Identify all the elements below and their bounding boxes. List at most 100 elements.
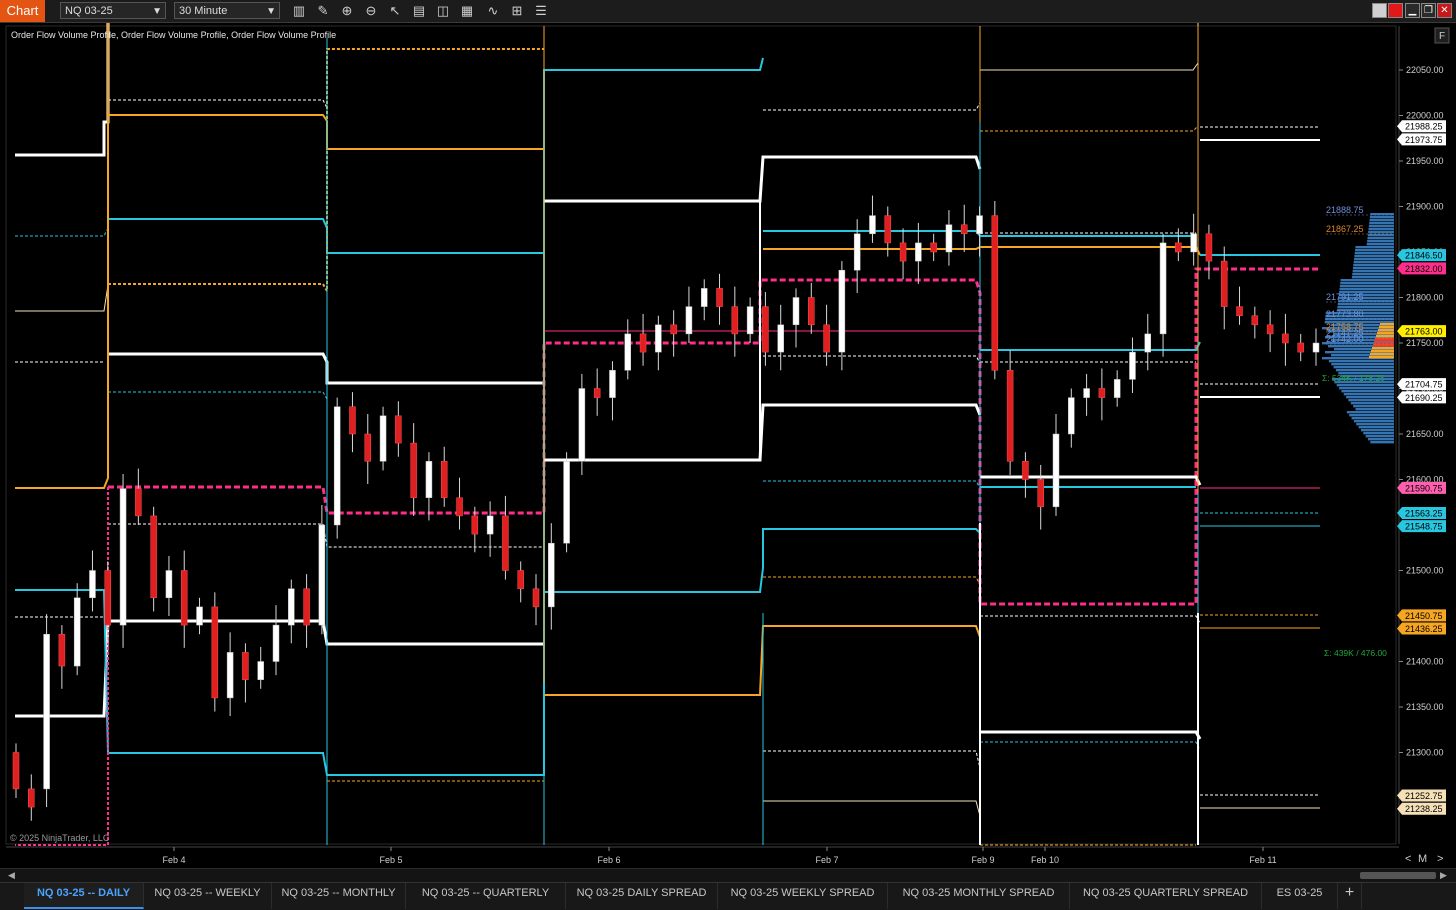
price-tick-label: 21500.00: [1406, 566, 1444, 576]
bar-type-icon[interactable]: ▥: [290, 2, 308, 19]
instrument-selector[interactable]: NQ 03-25 ▼: [60, 2, 166, 19]
zoom-out-icon[interactable]: ⊖: [362, 2, 380, 19]
candle-bull: [1068, 397, 1075, 435]
profile-bar: [1355, 246, 1394, 249]
candle-bear: [899, 242, 907, 262]
tab-nq-weekly[interactable]: NQ 03-25 -- WEEKLY: [144, 883, 272, 909]
candle-bear: [135, 488, 142, 517]
candle-bull: [318, 524, 326, 626]
profile-poc-bar: [1378, 329, 1394, 332]
price-marker-label: 21846.50: [1405, 251, 1443, 261]
candle-bull: [89, 570, 96, 599]
strategies-icon[interactable]: ∿: [484, 2, 502, 19]
profile-bar: [1370, 441, 1394, 444]
price-marker-label: 21973.75: [1405, 135, 1443, 145]
menu-list-icon[interactable]: ☰: [532, 2, 550, 19]
tab-nq-monthly[interactable]: NQ 03-25 -- MONTHLY: [272, 883, 406, 909]
scroll-thumb[interactable]: [1360, 872, 1436, 879]
profile-poc-bar: [1371, 350, 1394, 353]
price-marker-label: 21563.25: [1405, 508, 1443, 518]
tab-nq-quarterly[interactable]: NQ 03-25 -- QUARTERLY: [406, 883, 566, 909]
scroll-right-icon[interactable]: ▶: [1440, 869, 1447, 882]
date-label: Feb 5: [379, 855, 402, 865]
minimize-icon[interactable]: ▁: [1405, 3, 1420, 18]
candle-bear: [1098, 388, 1106, 398]
candle-bear: [471, 515, 479, 535]
profile-bar: [1367, 240, 1394, 243]
tab-nq-weekly-spread[interactable]: NQ 03-25 WEEKLY SPREAD: [718, 883, 888, 909]
candle-bull: [609, 370, 616, 398]
close-icon[interactable]: ✕: [1437, 3, 1452, 18]
pointer-icon[interactable]: ↖: [386, 2, 404, 19]
candle-bear: [150, 515, 157, 599]
candle-bull: [1312, 342, 1320, 353]
profile-bar: [1352, 270, 1394, 273]
date-label: Feb 4: [162, 855, 185, 865]
profile-bar: [1352, 273, 1394, 276]
profile-value-label: 21888.75: [1326, 205, 1364, 215]
scale-left-button[interactable]: <: [1405, 853, 1411, 865]
scale-buttons[interactable]: < M >: [1405, 853, 1443, 865]
candle-bull: [1144, 333, 1152, 353]
tab-es[interactable]: ES 03-25: [1262, 883, 1338, 909]
tab-nq-daily-spread[interactable]: NQ 03-25 DAILY SPREAD: [566, 883, 718, 909]
candle-bear: [823, 324, 830, 353]
candle-bull: [1190, 233, 1197, 253]
price-tick-label: 22000.00: [1406, 111, 1444, 121]
candle-bear: [12, 752, 20, 790]
price-marker-label: 21450.75: [1405, 611, 1443, 621]
profile-bar: [1346, 396, 1394, 399]
scale-right-button[interactable]: >: [1437, 853, 1443, 865]
candle-bear: [960, 224, 968, 235]
scroll-left-icon[interactable]: ◀: [8, 869, 15, 882]
price-chart[interactable]: 21888.7521867.2521791.2521773.8021758.75…: [0, 23, 1456, 868]
link-color-icon[interactable]: [1372, 3, 1387, 18]
zoom-in-icon[interactable]: ⊕: [338, 2, 356, 19]
profile-bar: [1341, 390, 1394, 393]
candle-bull: [486, 515, 494, 535]
candle-bear: [639, 333, 647, 353]
profile-bar: [1360, 429, 1394, 432]
date-label: Feb 9: [971, 855, 994, 865]
tab-nq-daily[interactable]: NQ 03-25 -- DAILY: [24, 883, 144, 909]
chevron-down-icon: ▼: [152, 6, 162, 17]
candle-bull: [838, 269, 846, 353]
price-tick-label: 21800.00: [1406, 293, 1444, 303]
date-label: Feb 7: [815, 855, 838, 865]
date-label: Feb 10: [1031, 855, 1059, 865]
profile-bar: [1343, 393, 1394, 396]
candle-bear: [1266, 324, 1274, 335]
candle-bear: [211, 606, 219, 699]
chart-tab-bar: NQ 03-25 -- DAILY NQ 03-25 -- WEEKLY NQ …: [0, 882, 1456, 910]
price-marker-label: 21590.75: [1405, 483, 1443, 493]
tab-nq-monthly-spread[interactable]: NQ 03-25 MONTHLY SPREAD: [888, 883, 1070, 909]
candle-bull: [1083, 388, 1090, 398]
link-color-red-icon[interactable]: [1388, 3, 1403, 18]
profile-bar: [1369, 222, 1394, 225]
templates-icon[interactable]: ◫: [434, 2, 452, 19]
maximize-icon[interactable]: ❐: [1421, 3, 1436, 18]
scale-mode-button[interactable]: M: [1418, 853, 1427, 865]
candle-bull: [165, 570, 173, 599]
tab-nq-quarterly-spread[interactable]: NQ 03-25 QUARTERLY SPREAD: [1070, 883, 1262, 909]
horizontal-scrollbar[interactable]: ◀ ▶: [0, 868, 1456, 883]
profile-poc-bar: [1379, 326, 1394, 329]
data-box-icon[interactable]: ▤: [410, 2, 428, 19]
pencil-draw-icon[interactable]: ✎: [314, 2, 332, 19]
profile-bar: [1366, 243, 1394, 246]
profile-poc-bar: [1376, 335, 1394, 338]
profile-bar: [1369, 216, 1394, 219]
interval-selector[interactable]: 30 Minute ▼: [174, 2, 280, 19]
candle-bear: [502, 515, 509, 571]
profile-value-label: 21742.00: [1326, 334, 1364, 344]
indicators-list-icon[interactable]: ⊞: [508, 2, 526, 19]
profile-bar: [1355, 249, 1394, 252]
profile-poc-bar: [1375, 338, 1394, 341]
price-tick-label: 21300.00: [1406, 748, 1444, 758]
candle-bear: [242, 652, 249, 680]
profile-poc-bar: [1369, 356, 1394, 359]
candle-bull: [1113, 379, 1121, 398]
candle-bull: [1052, 433, 1060, 508]
add-tab-button[interactable]: +: [1338, 883, 1362, 909]
properties-icon[interactable]: ▦: [458, 2, 476, 19]
